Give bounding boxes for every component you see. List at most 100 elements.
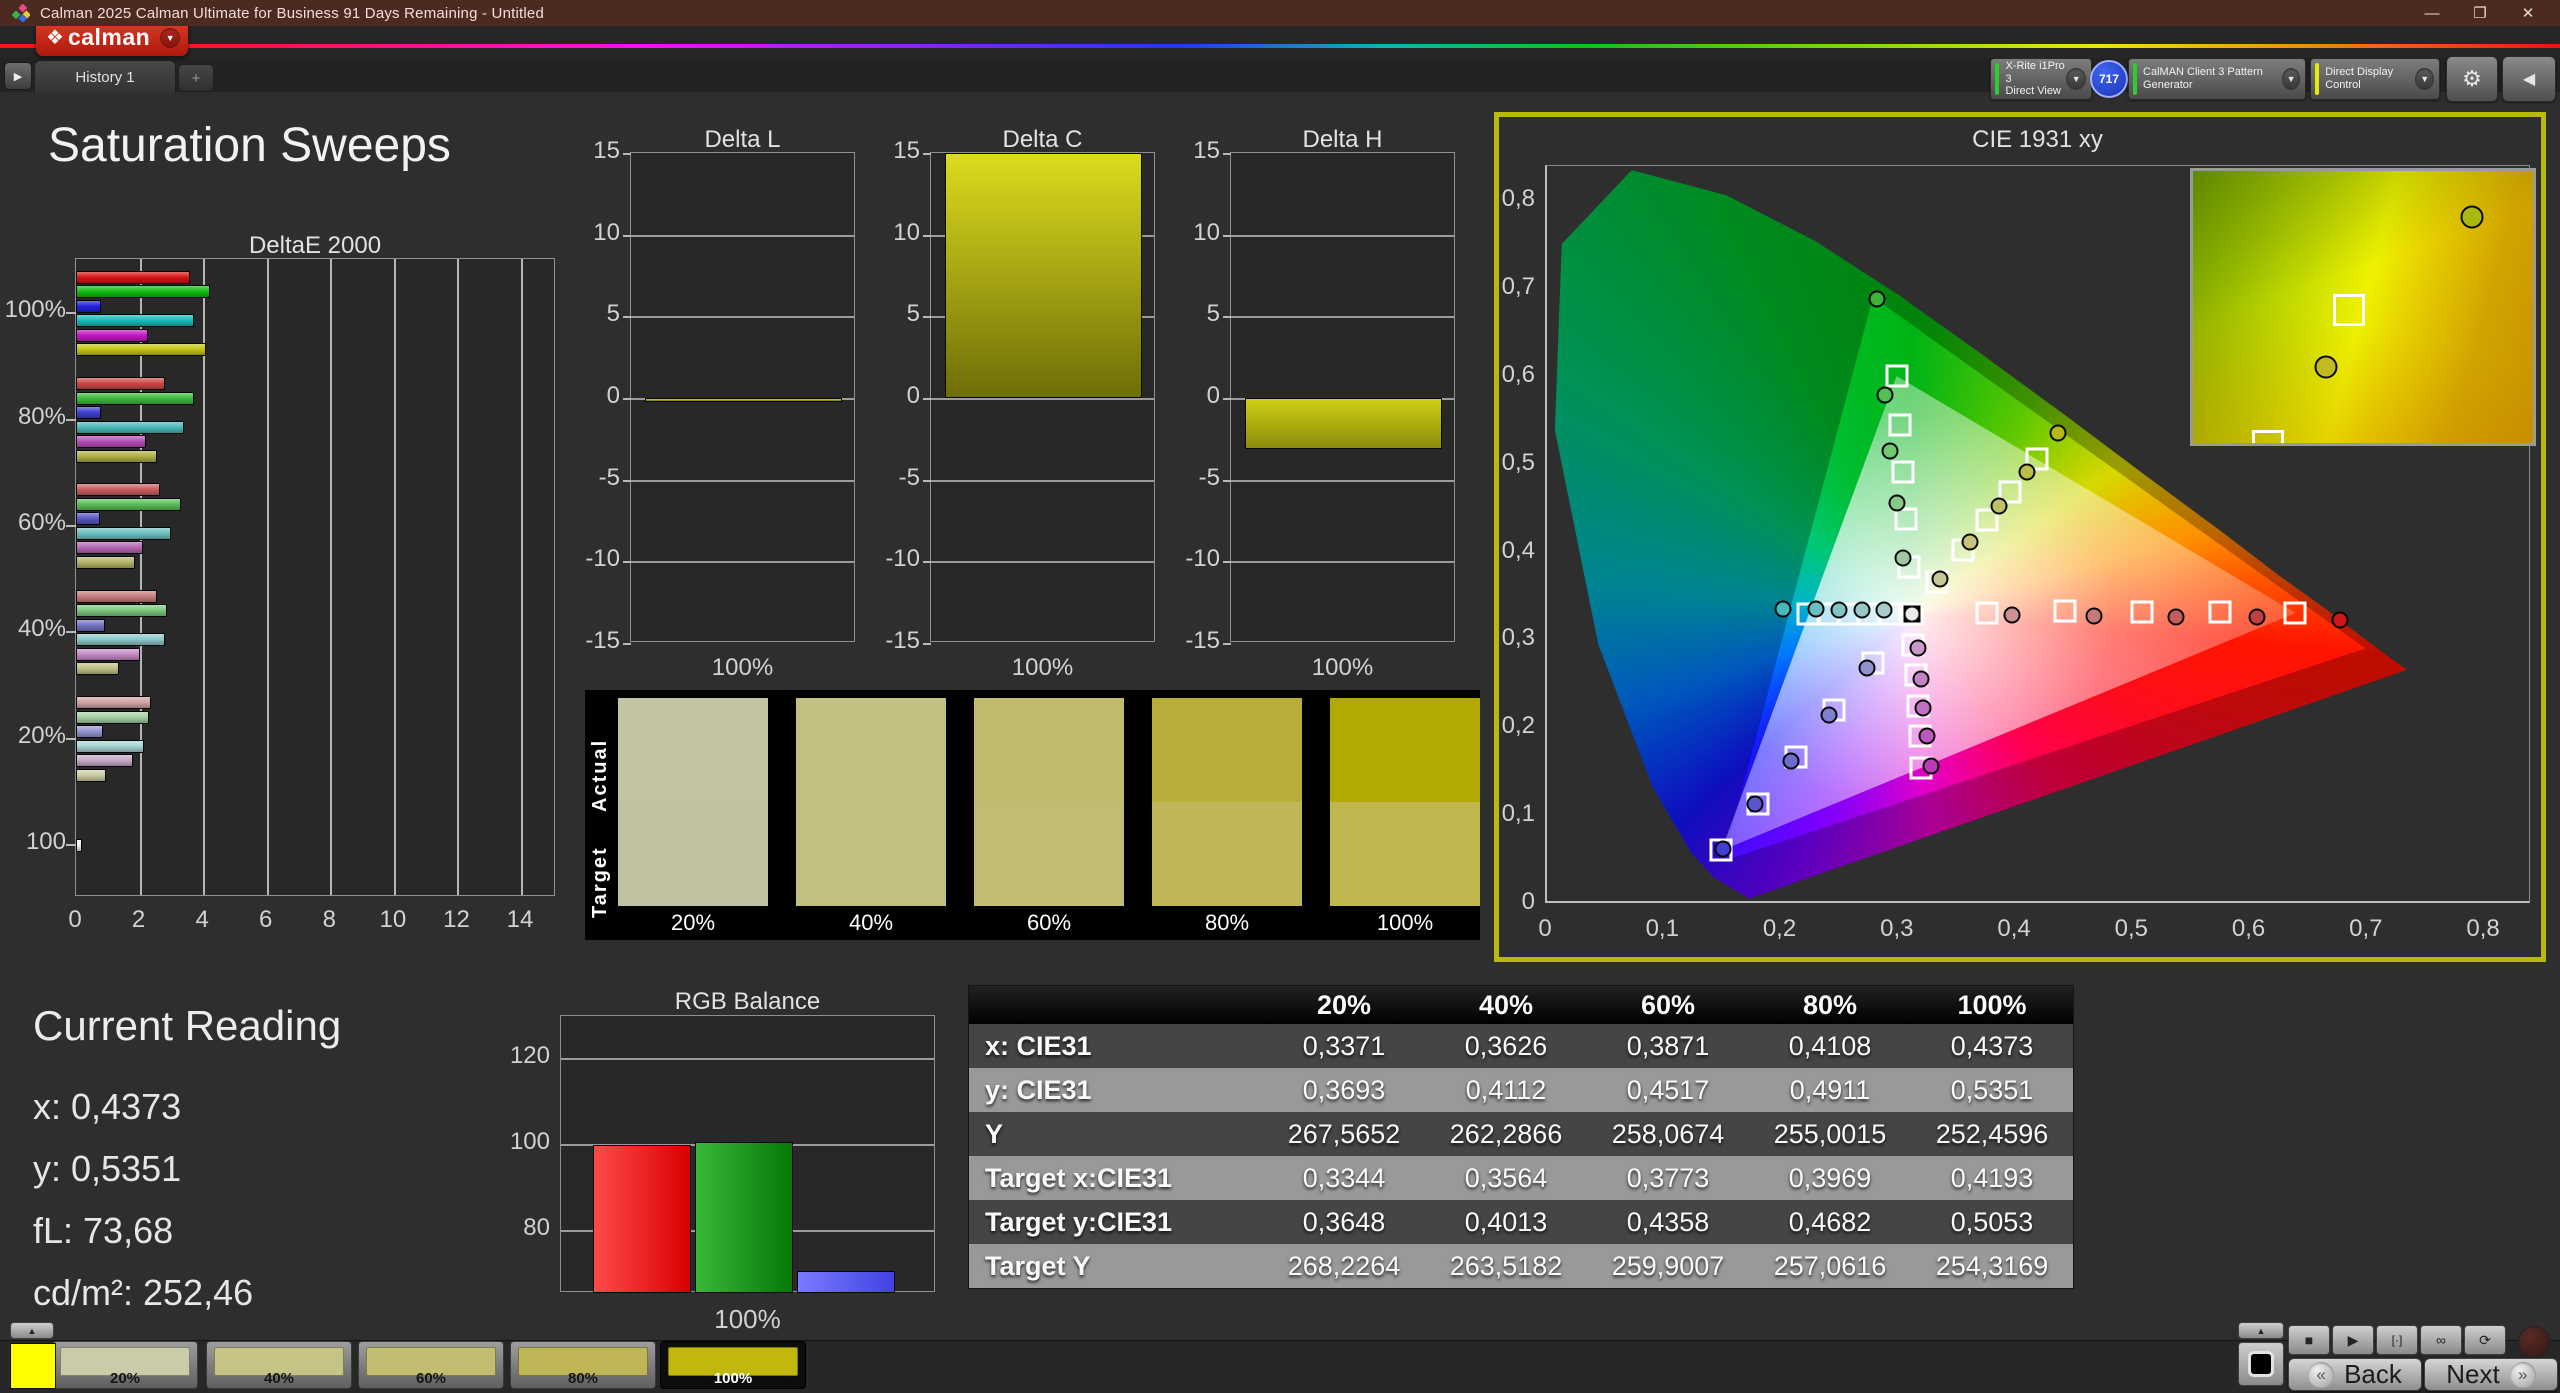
settings-button[interactable]: ⚙ <box>2446 56 2498 102</box>
meter-dropdown[interactable]: X-Rite i1Pro 3 Direct View ▼ <box>1990 58 2092 100</box>
deltae-bar <box>76 377 165 390</box>
deltae-axis-tick <box>66 525 76 527</box>
next-button[interactable]: Next» <box>2424 1358 2558 1391</box>
swatch-window-up-button[interactable]: ▲ <box>2238 1322 2284 1339</box>
pattern-generator-dropdown[interactable]: CalMAN Client 3 Pattern Generator ▼ <box>2128 58 2306 100</box>
chevron-down-icon: ▼ <box>2066 68 2086 90</box>
deltae-bar <box>76 769 106 782</box>
deltae-gridline <box>330 259 332 895</box>
cie-measured-marker <box>1853 601 1870 618</box>
cie-x-tick: 0,7 <box>2336 915 2396 943</box>
delta-gridline <box>1231 480 1454 482</box>
delta-y-tick: -5 <box>568 464 620 492</box>
deltae-x-tick: 4 <box>182 906 222 934</box>
swatch-column: 80% <box>1152 698 1302 940</box>
delta-y-tick: -15 <box>868 627 920 655</box>
table-cell: 257,0616 <box>1749 1244 1911 1288</box>
pattern-button-60%[interactable]: 60% <box>358 1341 504 1389</box>
transport-play-button[interactable]: ▶ <box>2332 1325 2374 1355</box>
chevron-left-icon: « <box>2308 1362 2334 1388</box>
back-button[interactable]: «Back <box>2288 1358 2422 1391</box>
delta-chart-title: Delta C <box>1002 126 1082 154</box>
pattern-button-100%[interactable]: 100% <box>660 1341 806 1389</box>
transport-step-button[interactable]: [·] <box>2376 1325 2418 1355</box>
delta-bar <box>945 153 1142 398</box>
swatch-label: 80% <box>1152 910 1302 936</box>
table-header-cell: 40% <box>1425 986 1587 1024</box>
tab-history-1[interactable]: History 1 <box>34 60 176 93</box>
pattern-window-button[interactable] <box>2238 1342 2284 1386</box>
actual-swatch <box>1152 698 1302 802</box>
deltae-bar <box>76 450 157 463</box>
table-cell: 254,3169 <box>1911 1244 2073 1288</box>
delta-x-label: 100% <box>930 654 1155 682</box>
chevron-down-icon: ▼ <box>2282 68 2300 90</box>
deltae-gridline <box>521 259 523 895</box>
deltae-bar <box>76 633 165 646</box>
deltae-bar <box>76 343 206 356</box>
pattern-button-40%[interactable]: 40% <box>206 1341 352 1389</box>
swatch-label: 20% <box>618 910 768 936</box>
delta-gridline <box>931 480 1154 482</box>
deltae-bar <box>76 314 194 327</box>
display-control-label: Direct Display Control <box>2325 66 2415 91</box>
deltae-bar <box>76 392 194 405</box>
delta-axis-tick <box>1223 235 1231 237</box>
deltae-x-tick: 6 <box>246 906 286 934</box>
table-cell: 0,3693 <box>1263 1068 1425 1112</box>
delta-y-tick: 0 <box>568 382 620 410</box>
swatch-label: 40% <box>796 910 946 936</box>
table-cell: 0,4517 <box>1587 1068 1749 1112</box>
cie-measured-marker <box>2167 608 2184 625</box>
swatch-column: 20% <box>618 698 768 940</box>
transport-refresh-button[interactable]: ⟳ <box>2464 1325 2506 1355</box>
cie-measured-marker <box>1922 757 1939 774</box>
restore-icon[interactable]: ❐ <box>2456 1 2504 25</box>
deltae-axis-tick <box>66 312 76 314</box>
cie-inset-measured-marker <box>2314 355 2337 378</box>
cie-target-marker <box>1891 461 1914 484</box>
transport-stop-button[interactable]: ■ <box>2288 1325 2330 1355</box>
cie-target-marker <box>2284 602 2307 625</box>
delta-y-tick: -15 <box>568 627 620 655</box>
pattern-button-80%[interactable]: 80% <box>510 1341 656 1389</box>
delta-axis-tick <box>623 316 631 318</box>
table-row-label: Y <box>969 1112 1263 1156</box>
pattern-button-20%[interactable]: 20% <box>52 1341 198 1389</box>
pattern-generator-label: CalMAN Client 3 Pattern Generator <box>2143 66 2282 91</box>
deltae-x-tick: 2 <box>119 906 159 934</box>
pattern-window-up-button[interactable]: ▲ <box>10 1322 54 1339</box>
delta-plot-area <box>1230 152 1455 642</box>
deltae-bar <box>76 271 190 284</box>
collapse-panel-button[interactable]: ◀ <box>2502 56 2556 102</box>
deltae-bar <box>76 556 135 569</box>
delta-gridline <box>1231 561 1454 563</box>
current-pattern-swatch <box>10 1343 56 1389</box>
deltae-bar <box>76 527 171 540</box>
table-cell: 0,4358 <box>1587 1200 1749 1244</box>
deltae-group-label: 100 <box>0 828 66 856</box>
delta-y-tick: -10 <box>568 545 620 573</box>
meter-id-badge[interactable]: 717 <box>2090 60 2128 98</box>
close-icon[interactable]: ✕ <box>2504 1 2552 25</box>
table-header-cell: 20% <box>1263 986 1425 1024</box>
delta-axis-tick <box>1223 398 1231 400</box>
cie-x-tick: 0,8 <box>2453 915 2513 943</box>
minimize-icon[interactable]: — <box>2408 1 2456 25</box>
deltae-bar <box>76 498 181 511</box>
delta-gridline <box>631 316 854 318</box>
actual-swatch <box>618 698 768 802</box>
deltae-x-tick: 14 <box>500 906 540 934</box>
delta-axis-tick <box>1223 561 1231 563</box>
deltae-group-label: 20% <box>0 722 66 750</box>
display-control-dropdown[interactable]: Direct Display Control ▼ <box>2310 58 2440 100</box>
rgb-y-tick: 120 <box>498 1042 550 1070</box>
tab-scroll-button[interactable]: ▶ <box>4 62 32 90</box>
table-cell: 252,4596 <box>1911 1112 2073 1156</box>
cie-measured-marker <box>1859 659 1876 676</box>
chevron-down-icon: ▼ <box>2415 68 2434 90</box>
transport-continuous-button[interactable]: ∞ <box>2420 1325 2462 1355</box>
table-row-label: x: CIE31 <box>969 1024 1263 1068</box>
add-tab-button[interactable]: + <box>178 64 214 92</box>
table-cell: 0,4193 <box>1911 1156 2073 1200</box>
